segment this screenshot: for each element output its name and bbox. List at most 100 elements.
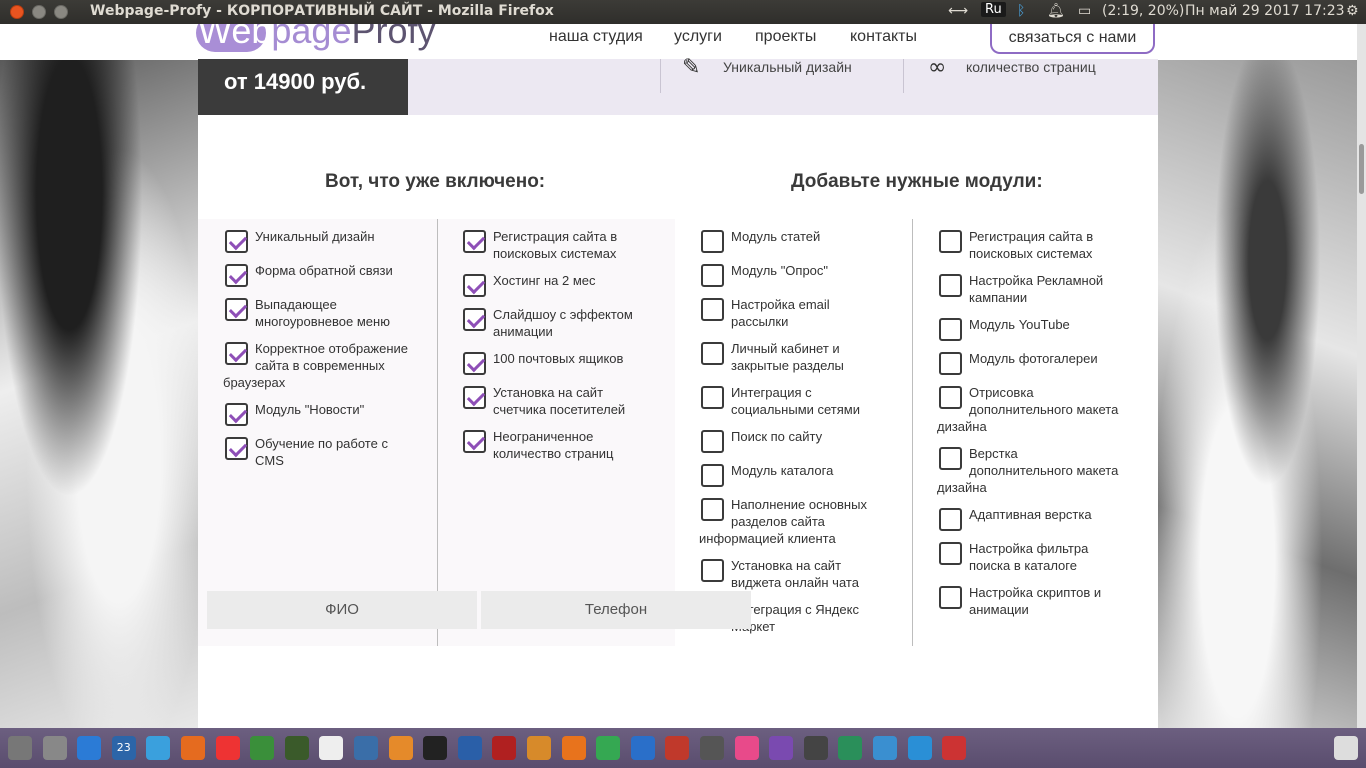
- module-item[interactable]: Личный кабинет и закрытые разделы: [701, 340, 901, 374]
- settings-icon[interactable]: [42, 736, 67, 760]
- checkbox[interactable]: [701, 264, 724, 287]
- nav-link-studio[interactable]: наша студия: [549, 28, 643, 46]
- nav-link-projects[interactable]: проекты: [755, 28, 816, 46]
- name-input[interactable]: ФИО: [207, 591, 477, 629]
- checkbox[interactable]: [701, 559, 724, 582]
- module-item[interactable]: Настройка email рассылки: [701, 296, 901, 330]
- included-item[interactable]: Корректное отображение сайта в современны…: [223, 340, 425, 391]
- window-minimize-button[interactable]: [32, 5, 46, 19]
- included-item[interactable]: Установка на сайт счетчика посетителей: [463, 384, 663, 418]
- module-item[interactable]: Наполнение основных разделов сайта информа…: [699, 496, 901, 547]
- module-item[interactable]: Настройка Рекламной кампании: [939, 272, 1139, 306]
- included-item[interactable]: Выпадающее многоуровневое меню: [225, 296, 425, 330]
- checkbox[interactable]: [701, 342, 724, 365]
- module-item[interactable]: Интеграция с социальными сетями: [701, 384, 901, 418]
- video-icon[interactable]: [769, 736, 794, 760]
- bluetooth-icon[interactable]: ᛒ: [1017, 3, 1025, 19]
- nav-link-services[interactable]: услуги: [674, 28, 722, 46]
- module-item[interactable]: Настройка фильтра поиска в каталоге: [939, 540, 1139, 574]
- finder-icon[interactable]: [77, 736, 102, 760]
- chrome-icon[interactable]: [250, 736, 275, 760]
- update-icon[interactable]: [942, 736, 967, 760]
- checked-checkbox[interactable]: [225, 264, 248, 287]
- opera-icon[interactable]: [215, 736, 240, 760]
- system-settings-icon[interactable]: [700, 736, 724, 760]
- blender-icon[interactable]: [561, 736, 586, 760]
- module-item[interactable]: Отрисовка дополнительного макета дизайна: [937, 384, 1139, 435]
- clock[interactable]: Пн май 29 2017 17:23: [1185, 3, 1345, 19]
- module-item[interactable]: Регистрация сайта в поисковых системах: [939, 228, 1139, 262]
- mail-icon[interactable]: [146, 736, 171, 760]
- included-item[interactable]: Уникальный дизайн: [225, 228, 425, 253]
- checkbox[interactable]: [939, 230, 962, 253]
- calculator-icon[interactable]: [803, 736, 828, 760]
- checkbox[interactable]: [701, 386, 724, 409]
- checkbox[interactable]: [701, 230, 724, 253]
- checkbox[interactable]: [701, 464, 724, 487]
- notes-icon[interactable]: [319, 736, 344, 760]
- document-icon[interactable]: [630, 736, 655, 760]
- trash-icon[interactable]: [1334, 736, 1358, 760]
- included-item[interactable]: Регистрация сайта в поисковых системах: [463, 228, 663, 262]
- python-icon[interactable]: [354, 736, 378, 760]
- checked-checkbox[interactable]: [225, 403, 248, 426]
- checked-checkbox[interactable]: [225, 437, 248, 460]
- checkbox[interactable]: [939, 542, 962, 565]
- window-maximize-button[interactable]: [54, 5, 68, 19]
- checked-checkbox[interactable]: [463, 430, 486, 453]
- phone-input[interactable]: Телефон: [481, 591, 751, 629]
- spreadsheet-icon[interactable]: [596, 736, 621, 760]
- page-scrollbar[interactable]: [1357, 24, 1366, 728]
- checked-checkbox[interactable]: [463, 274, 486, 297]
- code-icon[interactable]: [457, 736, 482, 760]
- included-item[interactable]: 100 почтовых ящиков: [463, 350, 663, 375]
- notification-bell-icon[interactable]: 🔔︎: [1047, 3, 1065, 19]
- checked-checkbox[interactable]: [225, 298, 248, 321]
- module-item[interactable]: Поиск по сайту: [701, 428, 901, 453]
- checked-checkbox[interactable]: [225, 342, 248, 365]
- included-item[interactable]: Модуль "Новости": [225, 401, 425, 426]
- launcher-icon[interactable]: [8, 736, 32, 760]
- checked-checkbox[interactable]: [225, 230, 248, 253]
- chart-icon[interactable]: [838, 736, 863, 760]
- presentation-icon[interactable]: [665, 736, 690, 760]
- keyboard-layout-indicator[interactable]: Ru: [981, 2, 1006, 17]
- checked-checkbox[interactable]: [463, 352, 486, 375]
- calendar-icon[interactable]: 23: [111, 736, 136, 760]
- checkbox[interactable]: [939, 274, 962, 297]
- included-item[interactable]: Обучение по работе с CMS: [225, 435, 425, 469]
- download-icon[interactable]: [907, 736, 932, 760]
- power-icon[interactable]: ⚙: [1346, 3, 1359, 19]
- checkbox[interactable]: [701, 430, 724, 453]
- site-logo[interactable]: WebpageProfy: [196, 24, 436, 54]
- gimp-icon[interactable]: [527, 736, 551, 760]
- battery-icon[interactable]: ▭: [1078, 3, 1091, 19]
- module-item[interactable]: Модуль YouTube: [939, 316, 1139, 341]
- folder-icon[interactable]: [873, 736, 897, 760]
- included-item[interactable]: Форма обратной связи: [225, 262, 425, 287]
- included-item[interactable]: Неограниченное количество страниц: [463, 428, 663, 462]
- checkbox[interactable]: [939, 508, 962, 531]
- scratch-icon[interactable]: [388, 736, 413, 760]
- included-item[interactable]: Хостинг на 2 мес: [463, 272, 663, 297]
- module-item[interactable]: Адаптивная верстка: [939, 506, 1139, 531]
- flower-icon[interactable]: [734, 736, 759, 760]
- battery-status[interactable]: (2:19, 20%): [1102, 3, 1184, 19]
- checkbox[interactable]: [939, 447, 962, 470]
- app-icon[interactable]: [284, 736, 309, 760]
- module-item[interactable]: Модуль "Опрос": [701, 262, 901, 287]
- module-item[interactable]: Установка на сайт виджета онлайн чата: [701, 557, 901, 591]
- nav-link-contacts[interactable]: контакты: [850, 28, 917, 46]
- window-close-button[interactable]: [10, 5, 24, 19]
- checkbox[interactable]: [939, 386, 962, 409]
- module-item[interactable]: Верстка дополнительного макета дизайна: [937, 445, 1139, 496]
- contact-us-button[interactable]: связаться с нами: [990, 24, 1155, 54]
- firefox-icon[interactable]: [181, 736, 205, 760]
- checkbox[interactable]: [939, 318, 962, 341]
- checked-checkbox[interactable]: [463, 386, 486, 409]
- checkbox[interactable]: [701, 298, 724, 321]
- included-item[interactable]: Слайдшоу с эффектом анимации: [463, 306, 663, 340]
- checkbox[interactable]: [939, 586, 962, 609]
- module-item[interactable]: Настройка скриптов и анимации: [939, 584, 1139, 618]
- terminal-icon[interactable]: [423, 736, 448, 760]
